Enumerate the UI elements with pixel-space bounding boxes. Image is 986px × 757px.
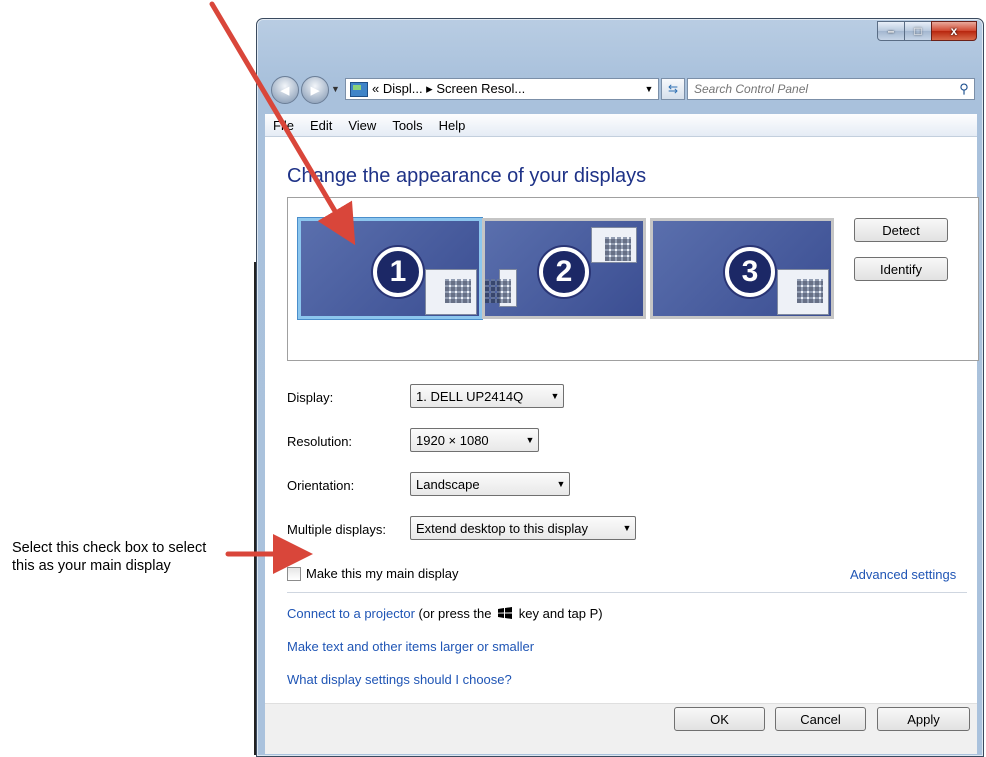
menu-file[interactable]: File [265,118,302,133]
search-input[interactable] [688,81,954,97]
forward-button[interactable]: ▶ [301,76,329,104]
desktop-thumbnail-icon [485,269,517,307]
desktop-thumbnail-icon [425,269,477,315]
display-select[interactable]: 1. DELL UP2414Q ▼ [410,384,564,408]
address-dropdown-icon[interactable]: ▼ [640,84,658,94]
control-panel-icon [350,81,368,97]
monitor-number: 1 [373,247,423,297]
annotation-text: Select this check box to select this as … [12,540,207,574]
identify-button[interactable]: Identify [854,257,948,281]
main-display-row: Make this my main display [287,566,458,581]
minimize-button[interactable]: – [877,21,905,41]
text-size-link[interactable]: Make text and other items larger or smal… [287,639,534,654]
windows-logo-icon [498,607,513,619]
content-area: Change the appearance of your displays 1… [265,137,979,751]
address-text: « Displ... ▸ Screen Resol... [372,81,526,96]
menu-help[interactable]: Help [431,118,474,133]
resolution-value: 1920 × 1080 [416,432,489,448]
chevron-down-icon: ▼ [556,479,566,489]
projector-row: Connect to a projector (or press the key… [287,606,603,621]
menu-edit[interactable]: Edit [302,118,340,133]
multiple-displays-value: Extend desktop to this display [416,520,588,536]
resolution-label: Resolution: [287,434,353,449]
monitor-1[interactable]: 1 [298,218,482,319]
chevron-down-icon: ▼ [550,391,560,401]
display-label: Display: [287,390,334,405]
multiple-displays-select[interactable]: Extend desktop to this display ▼ [410,516,636,540]
refresh-icon[interactable]: ⇆ [661,78,685,100]
search-box[interactable]: ⚲ [687,78,975,100]
ok-button[interactable]: OK [674,707,765,731]
desktop-thumbnail-icon [591,227,637,263]
chevron-down-icon: ▼ [525,435,535,445]
projector-hint-end: key and tap P) [518,606,603,621]
screen-resolution-window: – □ x ◀ ▶ ▼ « Displ... ▸ Screen Resol...… [256,18,984,757]
orientation-label: Orientation: [287,478,355,493]
display-arrangement-panel: 1 2 3 Detect Identify [287,197,979,361]
resolution-select[interactable]: 1920 × 1080 ▼ [410,428,539,452]
monitor-3[interactable]: 3 [650,218,834,319]
connect-projector-link[interactable]: Connect to a projector [287,606,415,621]
menu-bar: File Edit View Tools Help [265,114,977,137]
maximize-button[interactable]: □ [904,21,932,41]
back-arrow-icon: ◀ [280,84,290,97]
forward-arrow-icon: ▶ [310,84,320,97]
chevron-down-icon: ▼ [622,523,632,533]
display-value: 1. DELL UP2414Q [416,388,524,404]
advanced-settings-link[interactable]: Advanced settings [850,567,956,582]
multiple-displays-label: Multiple displays: [287,522,386,537]
orientation-select[interactable]: Landscape ▼ [410,472,570,496]
search-icon[interactable]: ⚲ [954,81,974,97]
menu-tools[interactable]: Tools [384,118,430,133]
divider [287,592,967,593]
main-display-label: Make this my main display [306,566,459,581]
main-display-checkbox[interactable] [287,566,301,581]
monitor-number: 3 [725,247,775,297]
apply-button[interactable]: Apply [877,707,970,731]
monitor-2[interactable]: 2 [482,218,646,319]
orientation-value: Landscape [416,476,480,492]
page-title: Change the appearance of your displays [287,165,647,187]
back-button[interactable]: ◀ [271,76,299,104]
menu-view[interactable]: View [340,118,384,133]
address-bar[interactable]: « Displ... ▸ Screen Resol... ▼ [345,78,659,100]
close-button[interactable]: x [931,21,977,41]
cancel-button[interactable]: Cancel [775,707,866,731]
projector-hint-start: (or press the [418,606,492,621]
monitor-number: 2 [539,247,589,297]
detect-button[interactable]: Detect [854,218,948,242]
recent-pages-chevron-icon[interactable]: ▼ [331,84,340,94]
window-controls: – □ x [877,21,977,41]
button-bar: OK Cancel Apply [265,703,977,754]
display-help-link[interactable]: What display settings should I choose? [287,672,512,687]
desktop-thumbnail-icon [777,269,829,315]
address-row: ◀ ▶ ▼ « Displ... ▸ Screen Resol... ▼ ⇆ ⚲ [265,74,977,104]
